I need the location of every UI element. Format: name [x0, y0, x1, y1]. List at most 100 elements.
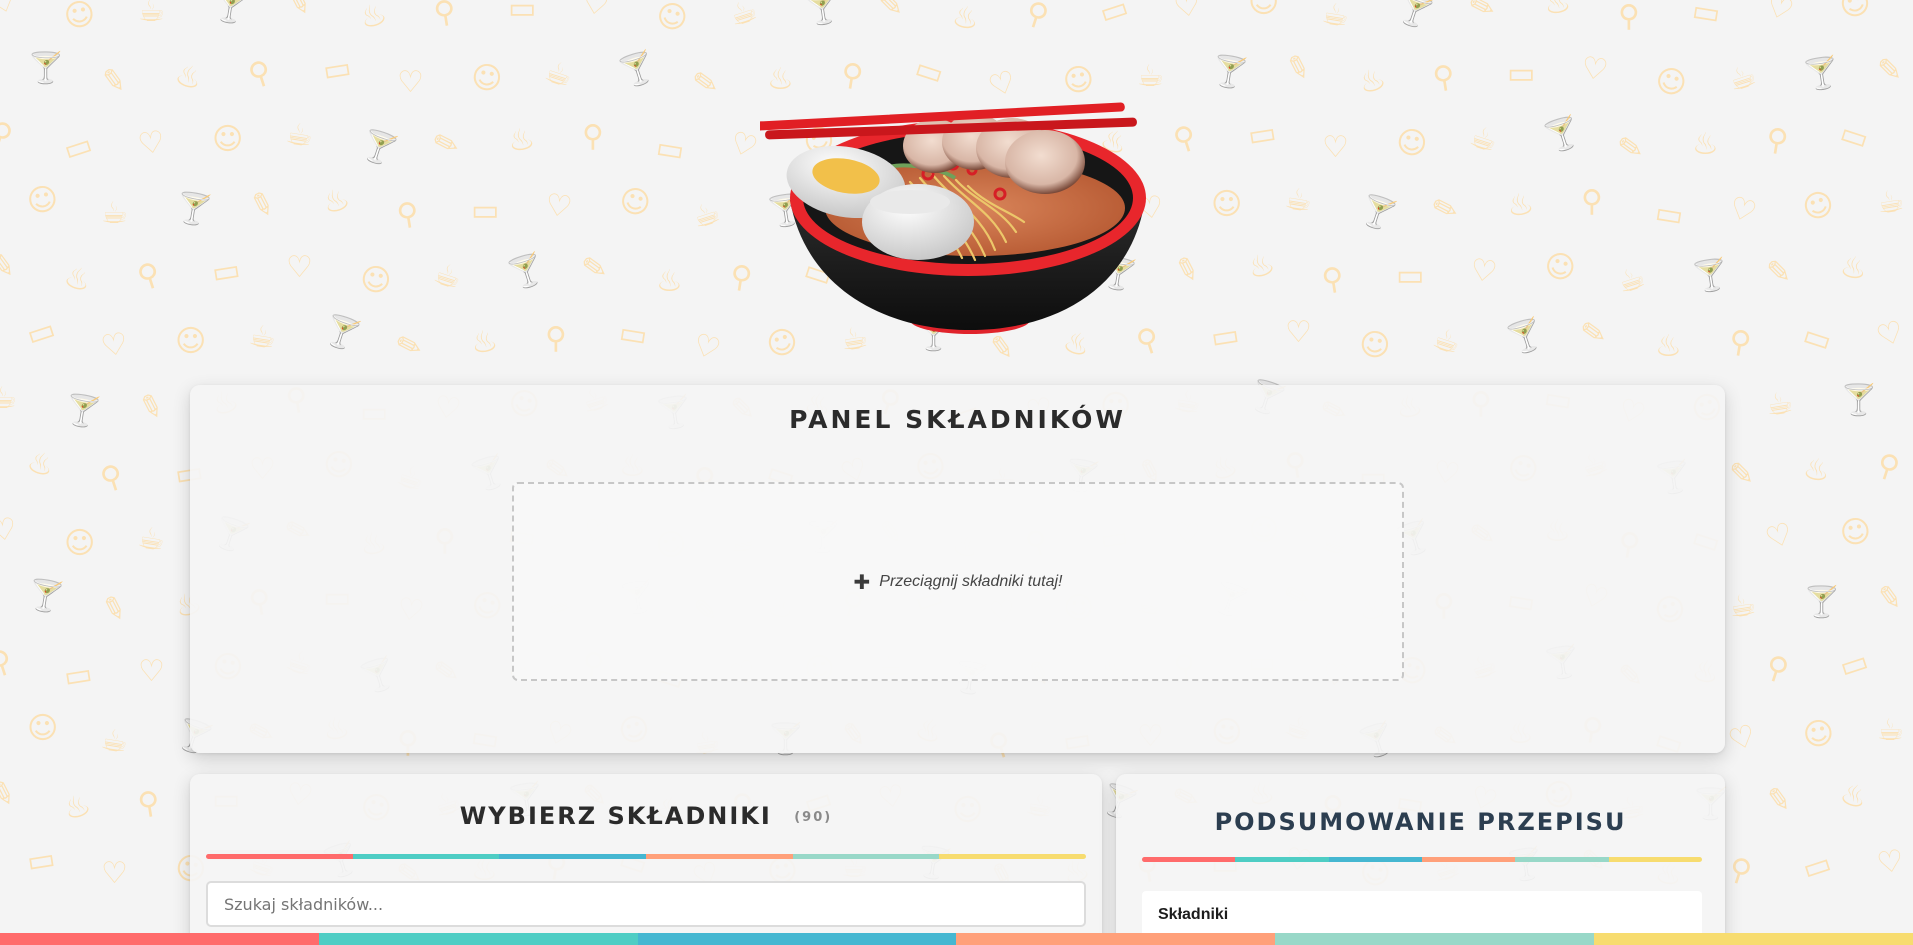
stripe-segment: [318, 933, 638, 945]
teapot-icon: ☕: [725, 0, 762, 35]
heart-icon: ♡: [1467, 252, 1500, 291]
sandwich-icon: ▭: [61, 656, 95, 696]
sandwich-icon: ▭: [1507, 56, 1536, 91]
popsicle-icon: ⚲: [132, 255, 165, 296]
heart-icon: ♡: [1724, 717, 1761, 760]
ingredient-panel: PANEL SKŁADNIKÓW ✚ Przeciągnij składniki…: [190, 385, 1725, 753]
smiley-icon: ☺: [1539, 246, 1581, 290]
cocktail-icon: 🍸: [1354, 191, 1402, 236]
popsicle-icon: ⚲: [0, 114, 18, 155]
teapot-icon: ☕: [429, 255, 466, 298]
pencil-icon: ✎: [1578, 314, 1609, 353]
smiley-icon: ☺: [1356, 325, 1393, 366]
heart-icon: ♡: [542, 187, 575, 226]
pencil-icon: ✎: [133, 386, 169, 429]
popsicle-icon: ⚲: [1021, 0, 1054, 35]
ingredient-search-input[interactable]: [206, 881, 1086, 927]
stripe-segment: [352, 854, 500, 859]
stripe-segment: [1275, 933, 1595, 945]
pencil-icon: ✎: [98, 62, 129, 101]
pencil-icon: ✎: [1766, 255, 1792, 290]
sandwich-icon: ▭: [616, 315, 651, 355]
steam-icon: ♨: [318, 180, 355, 223]
sandwich-icon: ▭: [1798, 845, 1836, 888]
teapot-icon: ☕: [1874, 183, 1907, 222]
popsicle-icon: ⚲: [243, 53, 276, 94]
popsicle-icon: ⚲: [582, 119, 604, 154]
sandwich-icon: ▭: [1396, 258, 1425, 293]
plus-icon: ✚: [853, 569, 871, 594]
heart-icon: ♡: [1724, 189, 1761, 232]
ingredient-dropzone[interactable]: ✚ Przeciągnij składniki tutaj!: [512, 482, 1404, 681]
heart-icon: ♡: [1872, 313, 1909, 356]
cocktail-icon: 🍸: [61, 391, 104, 432]
pencil-icon: ✎: [1763, 781, 1794, 820]
smiley-icon: ☺: [212, 122, 244, 157]
teapot-icon: ☕: [688, 194, 725, 237]
steam-icon: ♨: [1243, 245, 1280, 288]
pencil-icon: ✎: [1428, 188, 1463, 231]
heart-icon: ♡: [1761, 0, 1798, 30]
cocktail-icon: 🍸: [318, 311, 366, 356]
sandwich-icon: ▭: [59, 126, 97, 169]
heart-icon: ♡: [135, 124, 168, 163]
heart-icon: ♡: [579, 0, 612, 24]
teapot-icon: ☕: [1724, 57, 1761, 100]
popsicle-icon: ⚲: [1618, 0, 1640, 34]
cocktail-icon: 🍸: [24, 576, 67, 617]
ingredient-count-badge: (90): [794, 810, 833, 825]
dropzone-label: Przeciągnij składniki tutaj!: [879, 572, 1063, 590]
steam-icon: ♨: [1655, 329, 1682, 364]
cocktail-icon: 🍸: [1391, 0, 1439, 34]
pencil-icon: ✎: [690, 64, 721, 103]
stripe-segment: [792, 854, 940, 859]
steam-icon: ♨: [59, 786, 96, 829]
stripe-segment: [1515, 857, 1609, 862]
smiley-icon: ☺: [468, 58, 505, 99]
pencil-icon: ✎: [579, 249, 610, 288]
steam-icon: ♨: [1835, 775, 1872, 818]
sandwich-icon: ▭: [1095, 0, 1133, 32]
teapot-icon: ☕: [1613, 259, 1650, 302]
steam-icon: ♨: [505, 121, 538, 160]
stripe-segment: [1594, 933, 1913, 945]
popsicle-icon: ⚲: [1168, 118, 1201, 159]
smiley-icon: ☺: [175, 324, 207, 359]
stripe-segment: [1142, 857, 1236, 862]
cocktail-icon: 🍸: [1689, 256, 1732, 297]
heart-icon: ♡: [397, 65, 424, 100]
popsicle-icon: ⚲: [1872, 446, 1905, 487]
color-stripe-divider: [1142, 857, 1702, 862]
ingredient-picker-heading: WYBIERZ SKŁADNIKI (90): [190, 802, 1102, 830]
teapot-icon: ☕: [98, 722, 131, 761]
pencil-icon: ✎: [392, 325, 427, 368]
heart-icon: ♡: [688, 326, 725, 369]
steam-icon: ♨: [468, 323, 501, 362]
pencil-icon: ✎: [1874, 579, 1905, 618]
stripe-segment: [1235, 857, 1329, 862]
stripe-segment: [499, 854, 647, 859]
steam-icon: ♨: [949, 0, 982, 38]
sandwich-icon: ▭: [24, 841, 58, 881]
stripe-segment: [956, 933, 1276, 945]
pencil-icon: ✎: [1465, 0, 1500, 29]
pencil-icon: ✎: [1169, 249, 1205, 292]
sandwich-icon: ▭: [1835, 643, 1873, 686]
smiley-icon: ☺: [1211, 187, 1243, 222]
steam-icon: ♨: [656, 264, 683, 299]
pencil-icon: ✎: [0, 773, 21, 816]
sandwich-icon: ▭: [1835, 115, 1874, 158]
steam-icon: ♨: [355, 0, 392, 38]
teapot-icon: ☕: [1465, 118, 1502, 161]
teapot-icon: ☕: [135, 520, 168, 559]
pencil-icon: ✎: [96, 588, 132, 631]
color-stripe-divider: [206, 854, 1086, 859]
smiley-icon: ☺: [1650, 61, 1692, 105]
smiley-icon: ☺: [64, 526, 96, 561]
sandwich-icon: ▭: [1652, 195, 1687, 235]
pencil-icon: ✎: [281, 0, 317, 25]
heart-icon: ♡: [0, 511, 20, 550]
steam-icon: ♨: [22, 443, 59, 486]
smiley-icon: ☺: [27, 711, 59, 746]
sandwich-icon: ▭: [22, 311, 60, 354]
